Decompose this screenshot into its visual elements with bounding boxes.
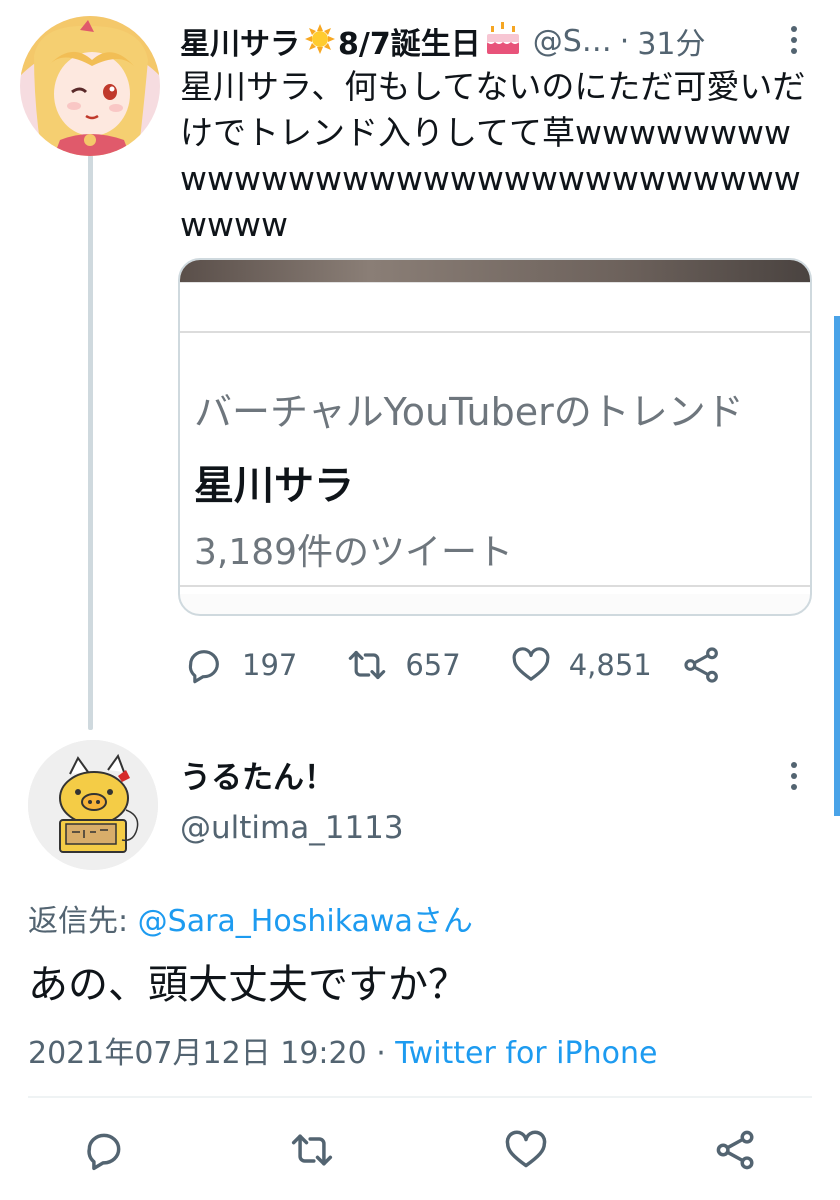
retweet-icon [347, 645, 387, 685]
reply-button[interactable]: 197 [184, 645, 297, 685]
reply-more-options-kebab-icon[interactable] [788, 756, 800, 796]
reply-author-avatar[interactable] [28, 740, 158, 870]
card-photo-strip [180, 260, 810, 282]
cake-emoji-icon [485, 22, 521, 60]
embedded-image-card[interactable]: バーチャルYouTuberのトレンド 星川サラ 3,189件のツイート [178, 258, 812, 616]
share-icon [682, 645, 722, 685]
tweet-time[interactable]: 31分 [637, 19, 705, 63]
like-button[interactable]: 4,851 [511, 645, 652, 685]
reply-reply-button[interactable] [82, 1128, 126, 1172]
pig-character-avatar-illustration [28, 740, 158, 870]
action-divider [28, 1096, 812, 1098]
author-name[interactable]: 星川サラ [180, 19, 300, 63]
reply-timestamp[interactable]: 2021年07月12日 19:20 [28, 1036, 367, 1071]
tweet-header: 星川サラ 8/7誕生日 @S… · 31分 [180, 18, 820, 64]
reply-to-suffix[interactable]: さん [413, 904, 473, 939]
trend-screenshot: バーチャルYouTuberのトレンド 星川サラ 3,189件のツイート [180, 282, 810, 594]
like-count: 4,851 [568, 648, 652, 682]
reply-share-button[interactable] [714, 1128, 758, 1172]
reply-count: 197 [242, 648, 298, 682]
reply-retweet-button[interactable] [290, 1128, 334, 1172]
reply-to-mention-link[interactable]: @Sara_Hoshikawa [138, 904, 413, 939]
heart-icon [504, 1128, 548, 1172]
heart-icon [511, 645, 551, 685]
tweet-text: 星川サラ、何もしてないのにただ可愛いだけでトレンド入りしてて草wwwwwwwww… [180, 67, 806, 244]
comment-icon [184, 645, 224, 685]
reply-author-name[interactable]: うるたん！ [180, 752, 335, 797]
reply-author-handle[interactable]: @ultima_1113 [180, 810, 404, 846]
reply-like-button[interactable] [504, 1128, 548, 1172]
anime-girl-avatar-illustration [20, 16, 160, 156]
sun-emoji-icon [304, 23, 336, 59]
reply-to-line: 返信先: @Sara_Hoshikawaさん [28, 896, 473, 940]
header-separator: · [619, 23, 630, 59]
retweet-count: 657 [405, 648, 461, 682]
trend-title: 星川サラ [194, 463, 354, 509]
reply-source-link[interactable]: Twitter for iPhone [395, 1036, 657, 1071]
original-tweet[interactable]: 星川サラ 8/7誕生日 @S… · 31分 星川サラ、何もしてないのにただ可愛い… [0, 0, 840, 730]
tweet-action-bar: 197 657 4,851 [184, 640, 722, 690]
card-divider-bottom [180, 585, 810, 587]
birthday-text: 8/7誕生日 [338, 27, 481, 62]
reply-text: あの、頭大丈夫ですか？ [28, 962, 468, 1008]
more-options-kebab-icon[interactable] [788, 20, 800, 60]
author-avatar[interactable] [20, 16, 160, 156]
meta-separator: · [366, 1036, 396, 1071]
share-icon [714, 1128, 758, 1172]
trend-tweet-count: 3,189件のツイート [194, 532, 514, 573]
reply-to-prefix: 返信先: [28, 904, 138, 939]
share-button[interactable] [682, 645, 722, 685]
retweet-icon [290, 1128, 334, 1172]
reply-meta: 2021年07月12日 19:20 · Twitter for iPhone [28, 1028, 657, 1072]
reply-action-bar [0, 1128, 840, 1178]
comment-icon [82, 1128, 126, 1172]
retweet-button[interactable]: 657 [347, 645, 461, 685]
author-handle[interactable]: @S… [533, 24, 612, 59]
trend-category-label: バーチャルYouTuberのトレンド [194, 390, 744, 434]
card-divider-top [180, 331, 810, 333]
